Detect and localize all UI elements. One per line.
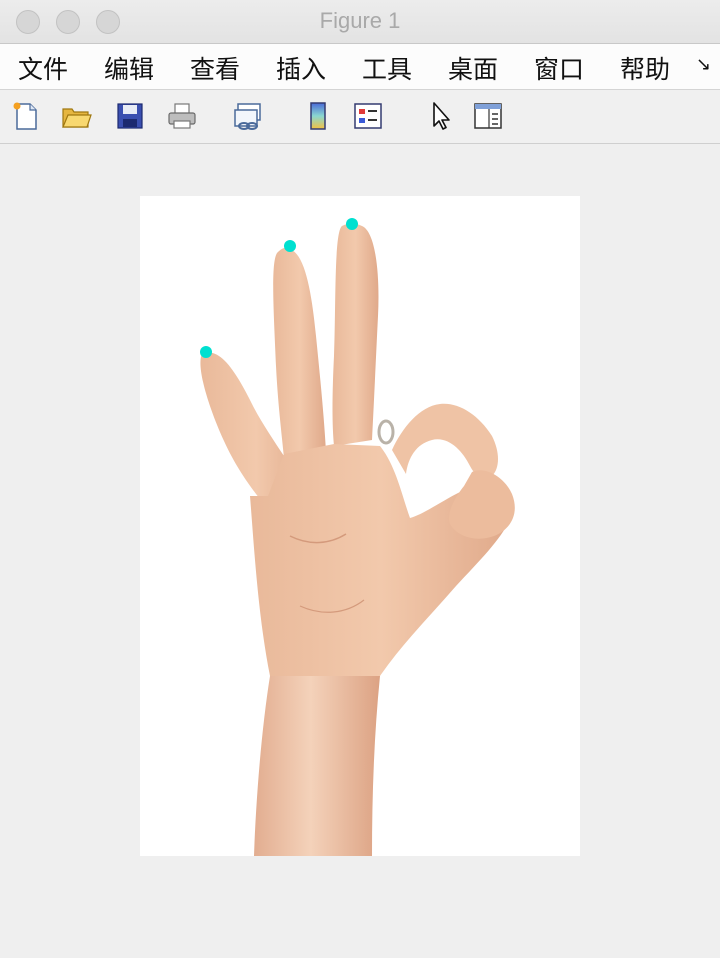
menu-help[interactable]: 帮助	[620, 50, 670, 86]
window-title: Figure 1	[319, 8, 401, 33]
menu-edit[interactable]: 编辑	[104, 50, 154, 86]
new-figure-icon[interactable]	[10, 100, 42, 132]
menu-tools[interactable]: 工具	[362, 50, 412, 86]
marker-layer	[200, 218, 358, 358]
window-titlebar: Figure 1	[0, 0, 720, 44]
print-icon[interactable]	[166, 100, 198, 132]
figure-toolbar	[0, 90, 720, 144]
property-editor-icon[interactable]	[472, 100, 504, 132]
menu-overflow-icon[interactable]: ↘	[696, 54, 711, 75]
image-axes[interactable]	[140, 196, 580, 856]
menu-bar: 文件 编辑 查看 插入 工具 桌面 窗口 帮助 ↘	[0, 44, 720, 90]
fingertip-marker-index[interactable]	[200, 346, 212, 358]
pointer-icon[interactable]	[426, 100, 458, 132]
open-file-icon[interactable]	[60, 100, 92, 132]
fingertip-marker-middle[interactable]	[284, 240, 296, 252]
menu-desktop[interactable]: 桌面	[448, 50, 498, 86]
colorbar-icon[interactable]	[302, 100, 334, 132]
menu-view[interactable]: 查看	[190, 50, 240, 86]
menu-file[interactable]: 文件	[18, 50, 68, 86]
menu-insert[interactable]: 插入	[276, 50, 326, 86]
fingertip-marker-ring[interactable]	[346, 218, 358, 230]
legend-icon[interactable]	[352, 100, 384, 132]
save-icon[interactable]	[114, 100, 146, 132]
link-plot-icon[interactable]	[232, 100, 264, 132]
menu-window[interactable]: 窗口	[534, 50, 584, 86]
